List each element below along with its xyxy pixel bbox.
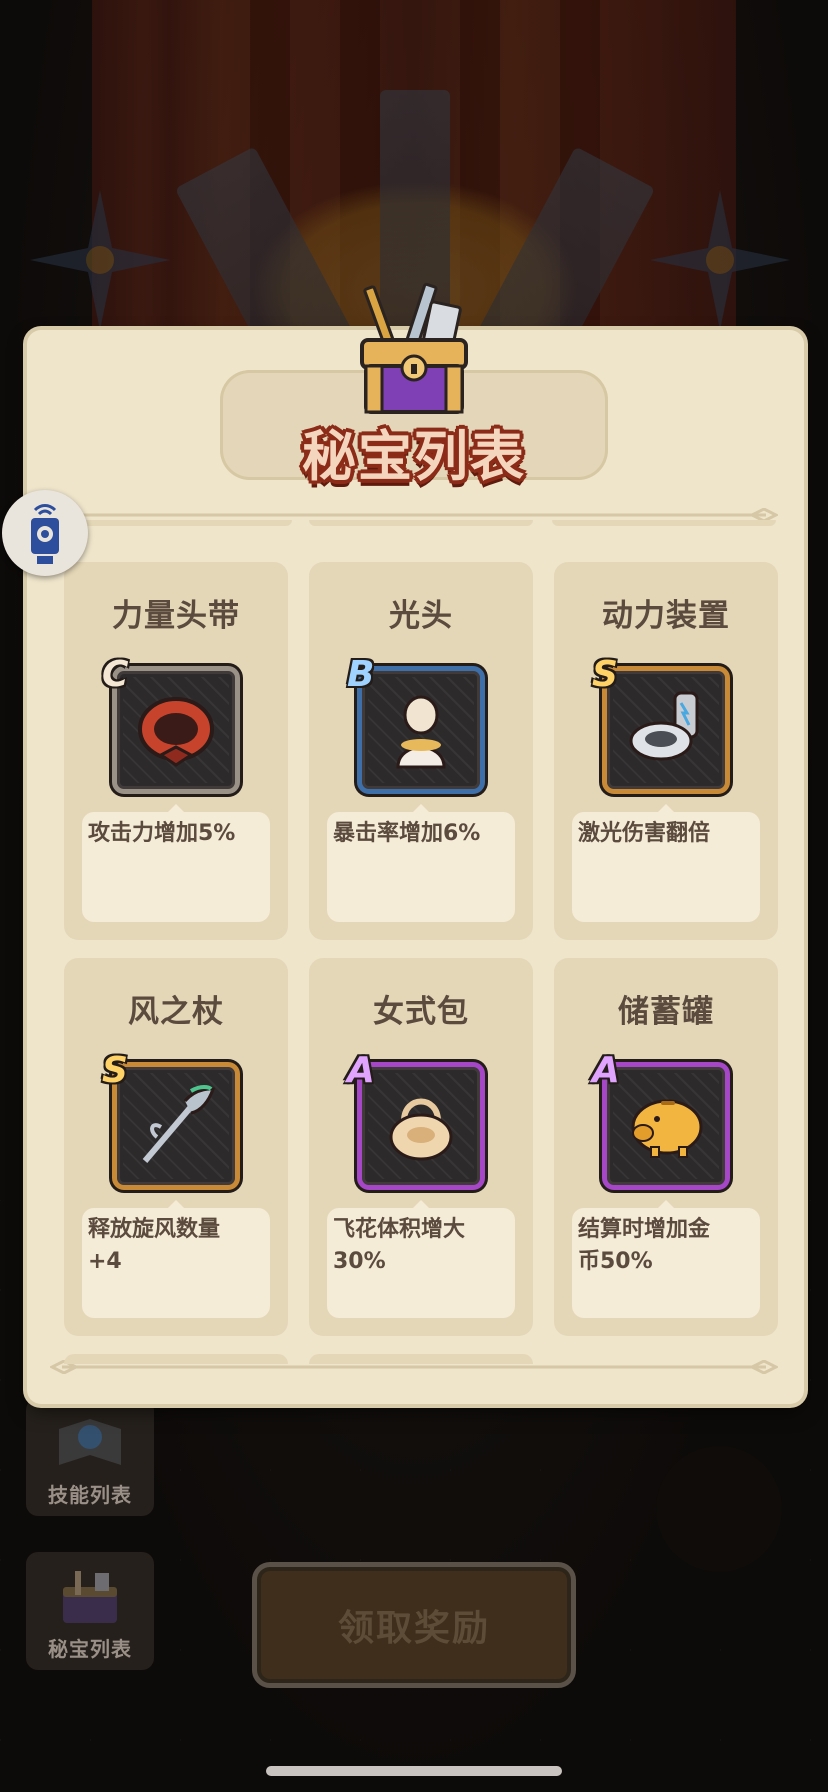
- skill-book-icon: [59, 1419, 121, 1465]
- skill-list-button[interactable]: 技能列表: [26, 1398, 154, 1516]
- grade-badge: C: [102, 654, 129, 695]
- grade-badge: S: [592, 654, 618, 695]
- piggy-bank-icon: [631, 1099, 703, 1158]
- card-peek: [309, 1354, 533, 1364]
- wind-staff-icon: [142, 1085, 216, 1163]
- treasure-list-button[interactable]: 秘宝列表: [26, 1552, 154, 1670]
- treasure-desc: 暴击率增加6%: [333, 821, 481, 846]
- treasure-desc: 攻击力增加5%: [88, 821, 236, 846]
- treasure-name: 光头: [389, 598, 453, 634]
- grade-badge: B: [347, 654, 375, 695]
- treasure-desc-box: 暴击率增加6%: [327, 804, 515, 922]
- treasure-desc-box: 释放旋风数量 +4: [82, 1200, 270, 1318]
- treasure-desc: 释放旋风数量 +4: [88, 1217, 221, 1274]
- card-peek: [309, 520, 533, 526]
- treasure-card[interactable]: 光头 B 暴击率增加6%: [309, 562, 533, 940]
- floating-assistant-button[interactable]: [2, 490, 88, 576]
- treasure-list-label: 秘宝列表: [48, 1637, 132, 1661]
- bald-head-icon: [396, 695, 446, 769]
- grade-badge: A: [592, 1050, 620, 1091]
- treasure-card[interactable]: 女式包 A 飞花体积增大 30%: [309, 958, 533, 1336]
- treasure-name: 储蓄罐: [618, 994, 714, 1030]
- treasure-name: 动力装置: [602, 598, 730, 634]
- treasure-name: 女式包: [373, 994, 469, 1030]
- home-indicator[interactable]: [266, 1766, 562, 1776]
- treasure-icon-frame: [112, 666, 240, 794]
- treasure-icon-frame: [112, 1062, 240, 1190]
- treasure-card[interactable]: 动力装置 S 激光伤害翻倍: [554, 562, 778, 940]
- skill-list-label: 技能列表: [48, 1483, 132, 1507]
- treasure-name: 力量头带: [112, 598, 240, 634]
- handbag-icon: [389, 1098, 453, 1161]
- red-headband-icon: [138, 697, 214, 767]
- treasure-card[interactable]: 风之杖 S 释放旋风数量 +4: [64, 958, 288, 1336]
- device-signal-icon: [31, 504, 59, 564]
- treasure-desc-box: 飞花体积增大 30%: [327, 1200, 515, 1318]
- treasure-desc: 激光伤害翻倍: [578, 821, 711, 846]
- treasure-desc-box: 结算时增加金 币50%: [572, 1200, 760, 1318]
- treasure-icon-frame: [602, 666, 730, 794]
- grade-badge: S: [102, 1050, 128, 1091]
- treasure-icon-frame: [602, 1062, 730, 1190]
- treasure-icon-frame: [357, 1062, 485, 1190]
- card-peek: [64, 1354, 288, 1364]
- card-peek: [68, 520, 292, 526]
- treasure-card[interactable]: 储蓄罐 A 结算时增加金 币50%: [554, 958, 778, 1336]
- treasure-desc-box: 攻击力增加5%: [82, 804, 270, 922]
- treasure-grid[interactable]: 力量头带 C 攻击力增加5% 光头 B 暴击率增加6% 动力装置 S 激光伤害翻…: [62, 520, 778, 1364]
- treasure-name: 风之杖: [128, 994, 224, 1030]
- treasure-desc: 结算时增加金 币50%: [578, 1217, 711, 1274]
- treasure-card[interactable]: 力量头带 C 攻击力增加5%: [64, 562, 288, 940]
- treasure-chest-icon: [63, 1571, 117, 1623]
- claim-reward-button[interactable]: 领取奖励: [252, 1562, 576, 1688]
- treasure-icon-frame: [357, 666, 485, 794]
- grade-badge: A: [347, 1050, 375, 1091]
- treasure-desc-box: 激光伤害翻倍: [572, 804, 760, 922]
- treasure-desc: 飞花体积增大 30%: [333, 1217, 466, 1274]
- toilet-engine-icon: [629, 691, 699, 761]
- card-peek: [552, 520, 776, 526]
- claim-reward-label: 领取奖励: [337, 1608, 490, 1649]
- dark-round-button[interactable]: [656, 1446, 782, 1572]
- panel-title: 秘宝列表: [302, 425, 526, 488]
- treasure-chest-icon: [360, 282, 468, 414]
